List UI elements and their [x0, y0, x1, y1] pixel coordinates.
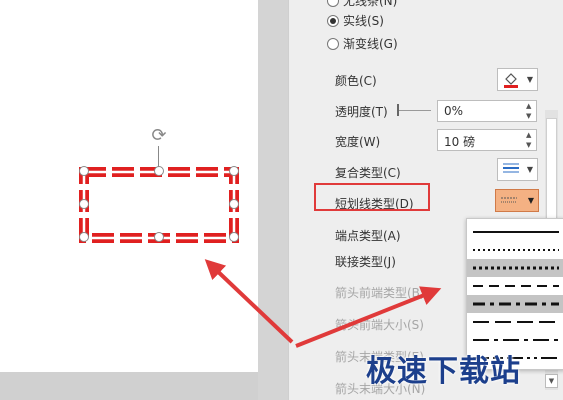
radio-gradient-line[interactable]: 渐变线(G)	[327, 35, 398, 52]
handle-mid-left[interactable]	[79, 199, 89, 209]
dash-dash-dot-icon	[473, 302, 559, 306]
cap-type-label: 端点类型(A)	[335, 229, 401, 243]
width-spinner[interactable]: 10 磅 ▲ ▼	[437, 129, 537, 151]
radio-solid-line-icon	[327, 14, 339, 27]
spin-down-icon[interactable]: ▼	[526, 113, 534, 120]
dash-option-dash-dot[interactable]	[467, 295, 563, 313]
radio-no-line-icon	[327, 0, 339, 7]
compound-type-button[interactable]: ▼	[497, 158, 538, 181]
chevron-down-icon: ▼	[527, 196, 534, 205]
spin-down-icon[interactable]: ▼	[526, 142, 534, 149]
join-type-label: 联接类型(J)	[335, 255, 396, 269]
dash-option-solid[interactable]	[467, 223, 563, 241]
dash-type-highlight-box	[314, 183, 430, 211]
radio-gradient-line-label: 渐变线(G)	[343, 37, 398, 51]
handle-top-right[interactable]	[229, 166, 239, 176]
width-value: 10 磅	[444, 135, 476, 149]
dash-option-square-dot[interactable]	[467, 259, 563, 277]
canvas-bottom-bar	[0, 372, 258, 400]
dash-option-dash[interactable]	[467, 277, 563, 295]
begin-arrow-type-label: 箭头前端类型(B)	[335, 286, 425, 300]
handle-bottom-left[interactable]	[79, 232, 89, 242]
canvas-scroll-strip	[258, 0, 288, 400]
transparency-value: 0%	[444, 104, 464, 118]
transparency-spinner[interactable]: 0% ▲ ▼	[437, 100, 537, 122]
radio-solid-line-label: 实线(S)	[343, 14, 384, 28]
line-color-button[interactable]: ▼	[497, 68, 538, 91]
scroll-down-icon[interactable]: ▼	[545, 374, 558, 388]
width-label: 宽度(W)	[335, 135, 381, 149]
transparency-slider-track[interactable]	[399, 110, 431, 111]
dash-square-dot-icon	[473, 266, 559, 270]
begin-arrow-size-label: 箭头前端大小(S)	[335, 318, 424, 332]
color-label: 颜色(C)	[335, 74, 377, 88]
compound-type-label: 复合类型(C)	[335, 166, 401, 180]
dash-lines-icon	[500, 194, 518, 208]
dash-type-button[interactable]: ▼	[495, 189, 539, 212]
dash-solid-icon	[473, 231, 559, 233]
dash-long-dash-icon	[473, 321, 559, 323]
radio-no-line-label: 无线条(N)	[343, 0, 398, 8]
spin-up-icon[interactable]: ▲	[526, 103, 534, 110]
handle-top-mid[interactable]	[154, 166, 164, 176]
paint-bucket-icon	[502, 71, 520, 89]
handle-bottom-right[interactable]	[229, 232, 239, 242]
chevron-down-icon: ▼	[526, 165, 533, 174]
dash-option-round-dot[interactable]	[467, 241, 563, 259]
spin-up-icon[interactable]: ▲	[526, 132, 534, 139]
transparency-slider-knob[interactable]	[397, 104, 399, 116]
chevron-down-icon: ▼	[526, 75, 533, 84]
radio-no-line[interactable]: 无线条(N)	[327, 0, 397, 9]
handle-bottom-mid[interactable]	[154, 232, 164, 242]
radio-solid-line[interactable]: 实线(S)	[327, 12, 384, 29]
handle-mid-right[interactable]	[229, 199, 239, 209]
dash-dash-icon	[473, 285, 559, 287]
handle-top-left[interactable]	[79, 166, 89, 176]
dash-long-dash-dot-icon	[473, 339, 559, 341]
compound-lines-icon	[502, 161, 520, 178]
radio-gradient-line-icon	[327, 37, 339, 50]
rotate-icon[interactable]: ⟳	[149, 126, 169, 146]
dash-round-dot-icon	[473, 249, 559, 251]
watermark: 极速下载站	[366, 354, 521, 389]
transparency-label: 透明度(T)	[335, 105, 388, 119]
dash-option-long-dash[interactable]	[467, 313, 563, 331]
